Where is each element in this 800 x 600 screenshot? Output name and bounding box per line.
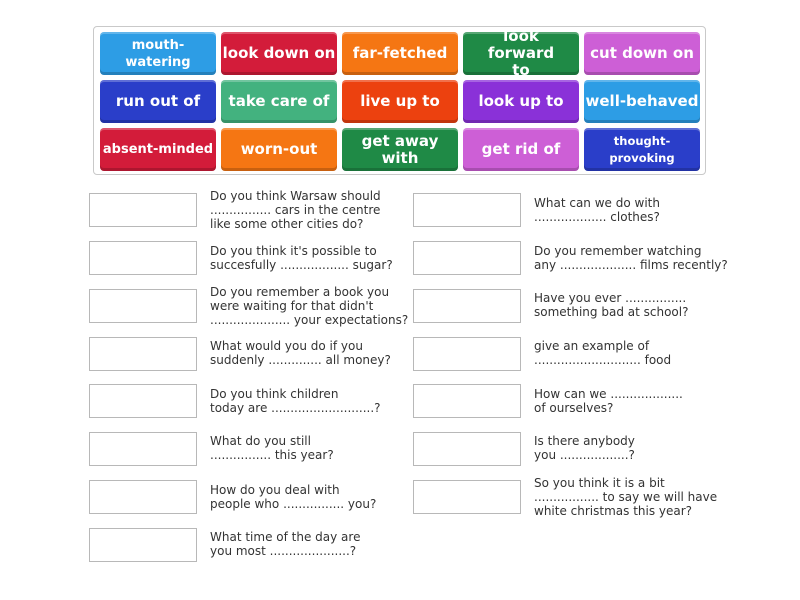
answer-drop-zone[interactable] [89,193,197,227]
word-tile[interactable]: cut down on [584,32,700,75]
question-text: What would you do if you suddenly ......… [210,339,391,367]
word-tile[interactable]: absent-minded [100,128,216,171]
answer-drop-zone[interactable] [413,193,521,227]
answer-drop-zone[interactable] [413,432,521,466]
answer-drop-zone[interactable] [89,480,197,514]
word-tile[interactable]: look up to [463,80,579,123]
question-text: Have you ever ................ something… [534,291,689,319]
word-tile[interactable]: take care of [221,80,337,123]
word-tile[interactable]: thought-provoking [584,128,700,171]
answer-drop-zone[interactable] [89,289,197,323]
word-tile[interactable]: get away with [342,128,458,171]
word-tile[interactable]: get rid of [463,128,579,171]
question-text: How do you deal with people who ........… [210,483,377,511]
word-tile[interactable]: live up to [342,80,458,123]
question-text: What can we do with ................... … [534,196,660,224]
question-text: Is there anybody you ..................? [534,434,635,462]
question-text: Do you remember watching any ...........… [534,244,728,272]
question-text: What do you still ................ this … [210,434,334,462]
question-text: Do you think Warsaw should .............… [210,189,381,231]
question-text: How can we ................... of oursel… [534,387,683,415]
word-tile[interactable]: mouth-watering [100,32,216,75]
word-bank: mouth-watering look down on far-fetched … [93,26,706,175]
answer-drop-zone[interactable] [89,528,197,562]
question-text: What time of the day are you most ......… [210,530,361,558]
word-tile[interactable]: look forward to [463,28,579,79]
word-tile[interactable]: look down on [221,32,337,75]
question-text: Do you think it's possible to succesfull… [210,244,393,272]
answer-drop-zone[interactable] [413,480,521,514]
answer-drop-zone[interactable] [413,337,521,371]
question-text: So you think it is a bit ...............… [534,476,718,518]
answer-drop-zone[interactable] [413,241,521,275]
answer-drop-zone[interactable] [89,432,197,466]
question-text: Do you remember a book you were waiting … [210,285,409,327]
answer-drop-zone[interactable] [89,241,197,275]
question-text: Do you think children today are ........… [210,387,381,415]
answer-drop-zone[interactable] [89,384,197,418]
answer-drop-zone[interactable] [413,289,521,323]
word-tile[interactable]: far-fetched [342,32,458,75]
word-tile[interactable]: run out of [100,80,216,123]
word-tile[interactable]: well-behaved [584,80,700,123]
answer-drop-zone[interactable] [89,337,197,371]
word-tile[interactable]: worn-out [221,128,337,171]
question-text: give an example of .....................… [534,339,672,367]
answer-drop-zone[interactable] [413,384,521,418]
